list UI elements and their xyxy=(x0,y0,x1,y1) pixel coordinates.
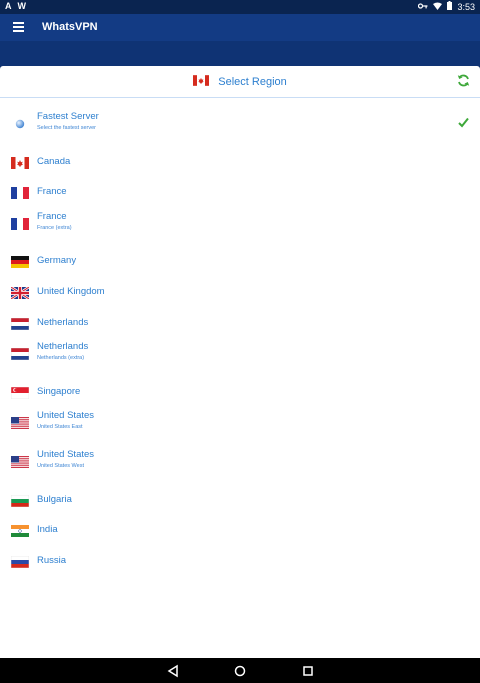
usa-flag-icon xyxy=(11,416,29,430)
region-item-united-kingdom[interactable]: United Kingdom xyxy=(0,278,480,309)
region-item-france[interactable]: France xyxy=(0,178,480,209)
region-name: United Kingdom xyxy=(37,285,105,297)
home-icon[interactable] xyxy=(233,664,247,678)
status-time: 3:53 xyxy=(457,1,475,12)
region-subtitle: United States East xyxy=(37,424,83,431)
region-name: Germany xyxy=(37,255,77,267)
singapore-flag-icon xyxy=(10,386,30,399)
status-bar: A W 3:53 xyxy=(0,0,480,14)
region-name: United States xyxy=(37,448,95,460)
region-list: Fastest Server Select the fastest server C… xyxy=(0,109,480,577)
select-region-title: Select Region xyxy=(218,76,287,88)
recents-icon[interactable] xyxy=(301,664,315,678)
region-subtitle: France (extra) xyxy=(37,224,72,231)
sheet-header: Select Region xyxy=(0,66,480,98)
region-name: France xyxy=(37,186,67,198)
region-name: India xyxy=(37,524,58,536)
app-bar: WhatsVPN xyxy=(0,14,480,41)
battery-icon xyxy=(447,1,453,12)
germany-flag-icon xyxy=(11,255,29,269)
canada-flag-icon xyxy=(11,156,29,169)
region-item-canada[interactable]: Canada xyxy=(0,148,480,179)
france-flag-icon xyxy=(11,186,29,200)
uk-flag-icon xyxy=(10,285,30,301)
region-item-russia[interactable]: Russia xyxy=(0,547,480,578)
region-subtitle: United States West xyxy=(37,462,84,469)
back-icon[interactable] xyxy=(166,664,180,678)
app-bar-extension xyxy=(0,41,480,66)
region-name: Fastest Server xyxy=(37,111,99,122)
refresh-icon[interactable] xyxy=(457,74,470,87)
bulgaria-flag-icon xyxy=(10,494,30,507)
region-name: Netherlands xyxy=(37,341,89,353)
usa-flag-icon xyxy=(11,455,29,468)
region-item-singapore[interactable]: Singapore xyxy=(0,378,480,409)
region-item-fastest-server-select-the-fastest-server[interactable]: Fastest Server Select the fastest server xyxy=(0,109,480,148)
region-name: Netherlands xyxy=(37,316,89,328)
globe-flag-icon xyxy=(11,117,29,129)
region-item-united-states-united-states-east[interactable]: United States United States East xyxy=(0,408,480,447)
wifi-icon xyxy=(433,2,443,12)
region-sheet: Select Region Fastest Server Select the f… xyxy=(0,66,480,658)
navigation-bar xyxy=(0,658,480,683)
region-item-india[interactable]: India xyxy=(0,516,480,547)
region-item-germany[interactable]: Germany xyxy=(0,247,480,278)
region-name: United States xyxy=(37,410,95,422)
region-name: Russia xyxy=(37,554,67,566)
region-item-netherlands[interactable]: Netherlands xyxy=(0,309,480,340)
france-flag-icon xyxy=(11,217,29,230)
region-subtitle: Select the fastest server xyxy=(37,125,96,131)
status-app-letter-a: A xyxy=(5,1,12,11)
canada-flag-icon xyxy=(193,75,210,89)
region-name: Canada xyxy=(37,155,71,167)
region-item-france-france-extra[interactable]: France France (extra) xyxy=(0,209,480,248)
app-title: WhatsVPN xyxy=(42,21,98,33)
selected-check-icon xyxy=(458,115,469,128)
menu-icon[interactable] xyxy=(13,20,29,34)
vpn-key-icon xyxy=(418,2,428,12)
region-item-bulgaria[interactable]: Bulgaria xyxy=(0,486,480,517)
netherlands-flag-icon xyxy=(10,317,30,330)
status-app-letter-w: W xyxy=(17,1,27,11)
russia-flag-icon xyxy=(10,555,30,568)
region-name: Bulgaria xyxy=(37,493,72,505)
region-subtitle: Netherlands (extra) xyxy=(37,355,85,362)
india-flag-icon xyxy=(11,524,29,538)
region-item-united-states-united-states-west[interactable]: United States United States West xyxy=(0,447,480,486)
region-name: Singapore xyxy=(37,385,81,397)
region-name: France xyxy=(37,210,67,222)
netherlands-flag-icon xyxy=(10,347,30,361)
region-item-netherlands-netherlands-extra[interactable]: Netherlands Netherlands (extra) xyxy=(0,339,480,378)
